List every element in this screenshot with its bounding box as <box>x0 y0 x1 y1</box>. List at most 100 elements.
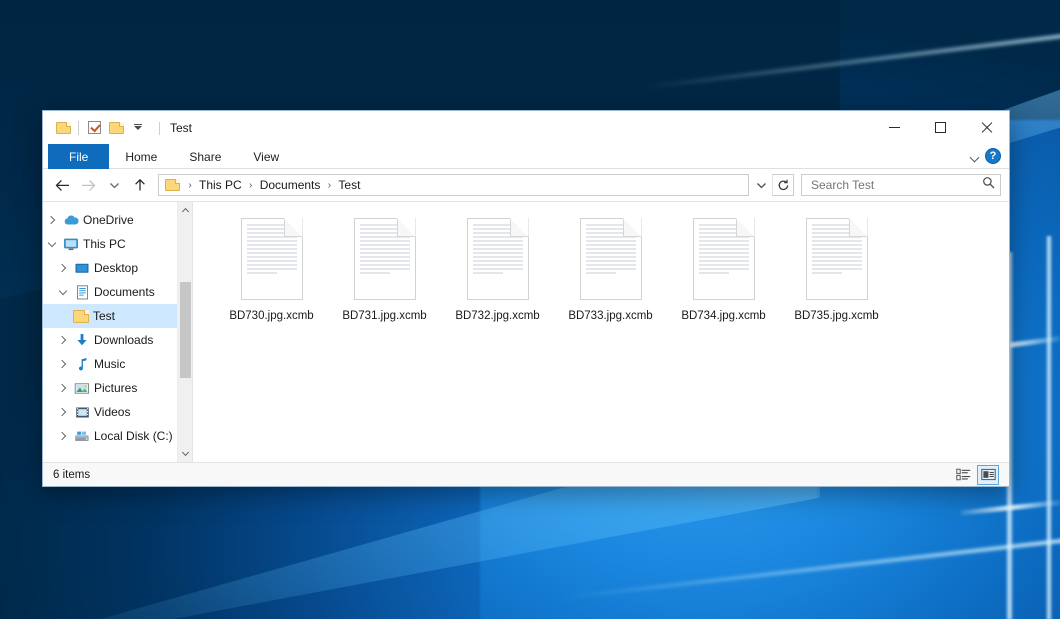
file-item[interactable]: BD730.jpg.xcmb <box>215 216 328 323</box>
sidebar-item-label: This PC <box>81 237 126 251</box>
tab-share[interactable]: Share <box>173 144 237 169</box>
windows-logo-stroke-vertical-right <box>1046 236 1052 619</box>
desktop-icon <box>72 262 92 275</box>
scrollbar-thumb[interactable] <box>180 282 191 378</box>
breadcrumb-separator: › <box>245 180 257 191</box>
maximize-button[interactable] <box>917 111 963 144</box>
toolbar-divider <box>78 121 79 135</box>
search-icon <box>982 176 995 194</box>
navigation-pane: OneDrive This PC Desktop <box>43 202 193 462</box>
address-folder-icon <box>165 179 180 191</box>
twisty-expanded-icon[interactable] <box>43 232 61 256</box>
sidebar-item-label: Local Disk (C:) <box>92 429 173 443</box>
folder-icon[interactable] <box>52 117 74 139</box>
up-button[interactable] <box>127 172 153 198</box>
address-bar[interactable]: › This PC › Documents › Test <box>158 174 749 196</box>
file-item[interactable]: BD734.jpg.xcmb <box>667 216 780 323</box>
sidebar-item-this-pc[interactable]: This PC <box>43 232 192 256</box>
sidebar-item-label: OneDrive <box>81 213 134 227</box>
twisty-collapsed-icon[interactable] <box>43 208 61 232</box>
chevron-down-icon[interactable] <box>127 117 149 139</box>
cloud-icon <box>61 214 81 226</box>
sidebar-item-local-disk-c[interactable]: Local Disk (C:) <box>43 424 192 448</box>
window-title: Test <box>159 121 192 135</box>
file-item[interactable]: BD732.jpg.xcmb <box>441 216 554 323</box>
sidebar-item-label: Videos <box>92 405 130 419</box>
refresh-icon[interactable] <box>772 174 794 196</box>
sidebar-item-label: Downloads <box>92 333 153 347</box>
file-item[interactable]: BD735.jpg.xcmb <box>780 216 893 323</box>
file-name: BD733.jpg.xcmb <box>568 309 652 323</box>
sidebar-item-music[interactable]: Music <box>43 352 192 376</box>
file-explorer-window: Test File Home Share View ? <box>42 110 1010 487</box>
file-item[interactable]: BD731.jpg.xcmb <box>328 216 441 323</box>
tab-view[interactable]: View <box>237 144 295 169</box>
music-icon <box>72 357 92 371</box>
generic-document-icon <box>354 218 416 300</box>
twisty-expanded-icon[interactable] <box>54 280 72 304</box>
expand-ribbon-icon[interactable] <box>970 151 981 162</box>
breadcrumb-this-pc[interactable]: This PC <box>196 178 245 192</box>
sidebar-item-label: Music <box>92 357 125 371</box>
quick-access-toolbar <box>43 117 149 139</box>
search-box[interactable] <box>801 174 1001 196</box>
twisty-collapsed-icon[interactable] <box>54 352 72 376</box>
breadcrumb-separator: › <box>323 180 335 191</box>
new-folder-icon[interactable] <box>105 117 127 139</box>
search-input[interactable] <box>809 177 982 193</box>
scroll-down-icon[interactable] <box>178 446 193 462</box>
item-count-label: 6 items <box>53 469 90 481</box>
details-view-button[interactable] <box>952 465 974 485</box>
generic-document-icon <box>580 218 642 300</box>
breadcrumb-test[interactable]: Test <box>335 178 363 192</box>
twisty-collapsed-icon[interactable] <box>54 376 72 400</box>
tab-file[interactable]: File <box>48 144 109 169</box>
sidebar-item-onedrive[interactable]: OneDrive <box>43 208 192 232</box>
twisty-collapsed-icon[interactable] <box>54 424 72 448</box>
help-icon[interactable]: ? <box>985 148 1001 164</box>
file-list-pane[interactable]: BD730.jpg.xcmb BD731.jpg.xcmb <box>193 202 1009 462</box>
large-icons-view-button[interactable] <box>977 465 999 485</box>
sidebar-scrollbar[interactable] <box>177 202 192 462</box>
status-bar: 6 items <box>43 462 1009 486</box>
sidebar-item-label: Documents <box>92 285 155 299</box>
ribbon-tabs: File Home Share View ? <box>43 144 1009 169</box>
file-name: BD732.jpg.xcmb <box>455 309 539 323</box>
sidebar-item-label: Test <box>91 309 115 323</box>
sidebar-item-videos[interactable]: Videos <box>43 400 192 424</box>
scroll-up-icon[interactable] <box>178 202 193 218</box>
minimize-button[interactable] <box>871 111 917 144</box>
breadcrumb-separator: › <box>184 180 196 191</box>
sidebar-item-desktop[interactable]: Desktop <box>43 256 192 280</box>
sidebar-item-test[interactable]: Test <box>43 304 192 328</box>
back-button[interactable] <box>49 172 75 198</box>
file-item[interactable]: BD733.jpg.xcmb <box>554 216 667 323</box>
properties-icon[interactable] <box>83 117 105 139</box>
download-icon <box>72 333 92 347</box>
sidebar-item-downloads[interactable]: Downloads <box>43 328 192 352</box>
generic-document-icon <box>693 218 755 300</box>
breadcrumb-documents[interactable]: Documents <box>257 178 324 192</box>
tab-home[interactable]: Home <box>109 144 173 169</box>
twisty-collapsed-icon[interactable] <box>54 400 72 424</box>
generic-document-icon <box>467 218 529 300</box>
sidebar-item-documents[interactable]: Documents <box>43 280 192 304</box>
twisty-collapsed-icon[interactable] <box>54 256 72 280</box>
file-name: BD735.jpg.xcmb <box>794 309 878 323</box>
videos-icon <box>72 406 92 419</box>
ribbon-right-controls: ? <box>970 144 1009 168</box>
window-body: OneDrive This PC Desktop <box>43 201 1009 462</box>
sidebar-item-pictures[interactable]: Pictures <box>43 376 192 400</box>
recent-locations-icon[interactable] <box>101 172 127 198</box>
scrollbar-track[interactable] <box>178 218 193 446</box>
twisty-collapsed-icon[interactable] <box>54 328 72 352</box>
folder-icon <box>71 310 91 323</box>
sidebar-item-label: Desktop <box>92 261 138 275</box>
file-grid: BD730.jpg.xcmb BD731.jpg.xcmb <box>215 216 1009 323</box>
address-bar-row: › This PC › Documents › Test <box>43 169 1009 201</box>
title-bar: Test <box>43 111 1009 144</box>
address-dropdown-icon[interactable] <box>752 175 770 195</box>
close-button[interactable] <box>963 111 1009 144</box>
forward-button[interactable] <box>75 172 101 198</box>
drive-icon <box>72 430 92 443</box>
